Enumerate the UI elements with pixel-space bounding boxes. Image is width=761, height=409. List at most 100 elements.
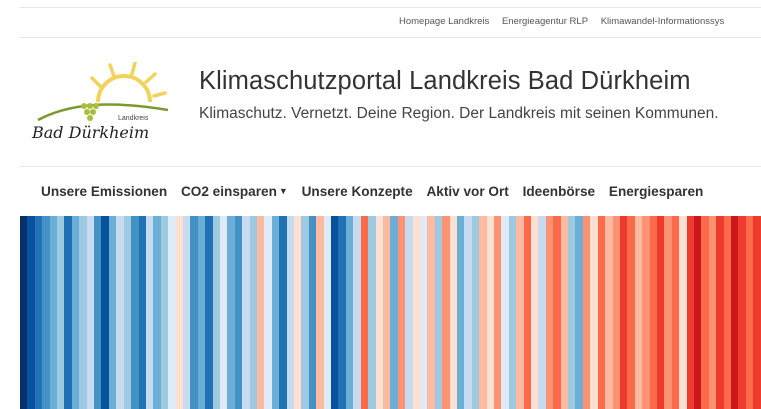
top-links: Homepage Landkreis Energieagentur RLP Kl… <box>399 16 734 27</box>
warming-stripe <box>279 216 287 409</box>
warming-stripe <box>108 216 117 409</box>
warming-stripe <box>708 216 717 409</box>
nav-label: Ideenbörse <box>522 184 596 199</box>
warming-stripe <box>731 216 739 409</box>
warming-stripe <box>294 216 302 409</box>
nav-unsere-emissionen[interactable]: Unsere Emissionen <box>41 184 167 199</box>
warming-stripe <box>486 216 494 409</box>
warming-stripe <box>693 216 702 409</box>
warming-stripe <box>138 216 146 409</box>
warming-stripe <box>345 216 354 409</box>
warming-stripe <box>42 216 50 409</box>
warming-stripe <box>131 216 139 409</box>
warming-stripe <box>353 216 361 409</box>
warming-stripe <box>479 216 487 409</box>
nav-aktiv-vor-ort[interactable]: Aktiv vor Ort <box>426 184 508 199</box>
warming-stripe <box>160 216 169 409</box>
top-link-klimawandel[interactable]: Klimawandel-Informationssys <box>601 16 725 27</box>
warming-stripe <box>338 216 346 409</box>
nav-co2-einsparen[interactable]: CO2 einsparen ▼ <box>181 184 288 199</box>
warming-stripe <box>508 216 517 409</box>
warming-stripe <box>397 216 406 409</box>
warming-stripes-banner <box>20 216 761 409</box>
warming-stripe <box>501 216 509 409</box>
warming-stripe <box>442 216 450 409</box>
warming-stripe <box>523 216 532 409</box>
warming-stripe <box>360 216 369 409</box>
warming-stripe <box>331 216 339 409</box>
nav-ideenboerse[interactable]: Ideenbörse <box>523 184 596 199</box>
warming-stripe <box>212 216 220 409</box>
warming-stripe <box>679 216 687 409</box>
warming-stripe <box>242 216 250 409</box>
nav-label: Energiesparen <box>608 184 704 199</box>
top-links-bar: Homepage Landkreis Energieagentur RLP Kl… <box>20 7 761 38</box>
warming-stripe <box>271 216 280 409</box>
warming-stripe <box>219 216 228 409</box>
warming-stripe <box>434 216 443 409</box>
warming-stripe <box>560 216 569 409</box>
warming-stripe <box>286 216 295 409</box>
warming-stripe <box>753 216 761 409</box>
warming-stripe <box>419 216 428 409</box>
warming-stripe <box>368 216 376 409</box>
warming-stripe <box>175 216 183 409</box>
warming-stripe <box>308 216 317 409</box>
warming-stripe <box>553 216 561 409</box>
warming-stripe <box>375 216 383 409</box>
warming-stripe <box>49 216 58 409</box>
warming-stripe <box>190 216 198 409</box>
warming-stripe <box>168 216 176 409</box>
warming-stripe <box>649 216 657 409</box>
warming-stripe <box>382 216 391 409</box>
warming-stripe <box>612 216 620 409</box>
warming-stripe <box>101 216 109 409</box>
grapes-icon <box>81 103 99 121</box>
warming-stripe <box>205 216 213 409</box>
warming-stripe <box>642 216 650 409</box>
warming-stripe <box>234 216 243 409</box>
warming-stripe <box>264 216 272 409</box>
nav-energiesparen[interactable]: Energiesparen <box>609 184 703 199</box>
warming-stripe <box>745 216 754 409</box>
logo-small-text: Landkreis <box>118 115 149 122</box>
warming-stripe <box>94 216 102 409</box>
caret-down-icon: ▼ <box>278 186 288 196</box>
warming-stripe <box>316 216 324 409</box>
warming-stripe <box>405 216 413 409</box>
warming-stripe <box>71 216 80 409</box>
warming-stripe <box>20 216 28 409</box>
warming-stripe <box>686 216 694 409</box>
warming-stripe <box>34 216 43 409</box>
warming-stripe <box>701 216 709 409</box>
nav-label: Unsere Konzepte <box>301 184 413 199</box>
warming-stripe <box>249 216 257 409</box>
logo-script-text: Bad Dürkheim <box>31 123 149 142</box>
sun-icon <box>90 62 167 103</box>
warming-stripe <box>57 216 65 409</box>
warming-stripe <box>412 216 420 409</box>
warming-stripe <box>86 216 95 409</box>
warming-stripe <box>582 216 591 409</box>
warming-stripe <box>116 216 124 409</box>
nav-unsere-konzepte[interactable]: Unsere Konzepte <box>302 184 413 199</box>
warming-stripe <box>64 216 72 409</box>
warming-stripe <box>257 216 265 409</box>
warming-stripe <box>323 216 332 409</box>
top-link-energieagentur-rlp[interactable]: Energieagentur RLP <box>502 16 588 27</box>
warming-stripe <box>597 216 606 409</box>
nav-label: Unsere Emissionen <box>41 184 168 199</box>
warming-stripe <box>197 216 206 409</box>
landkreis-logo[interactable]: Landkreis Bad Dürkheim <box>28 62 178 152</box>
warming-stripe <box>738 216 746 409</box>
page-title: Klimaschutzportal Landkreis Bad Dürkheim <box>199 67 691 95</box>
main-nav: Unsere Emissionen CO2 einsparen ▼ Unsere … <box>41 184 713 199</box>
warming-stripe <box>27 216 35 409</box>
warming-stripe <box>531 216 539 409</box>
warming-stripe <box>545 216 554 409</box>
warming-stripe <box>538 216 546 409</box>
warming-stripe <box>123 216 132 409</box>
top-link-homepage-landkreis[interactable]: Homepage Landkreis <box>399 16 489 27</box>
warming-stripe <box>153 216 161 409</box>
warming-stripe <box>605 216 613 409</box>
